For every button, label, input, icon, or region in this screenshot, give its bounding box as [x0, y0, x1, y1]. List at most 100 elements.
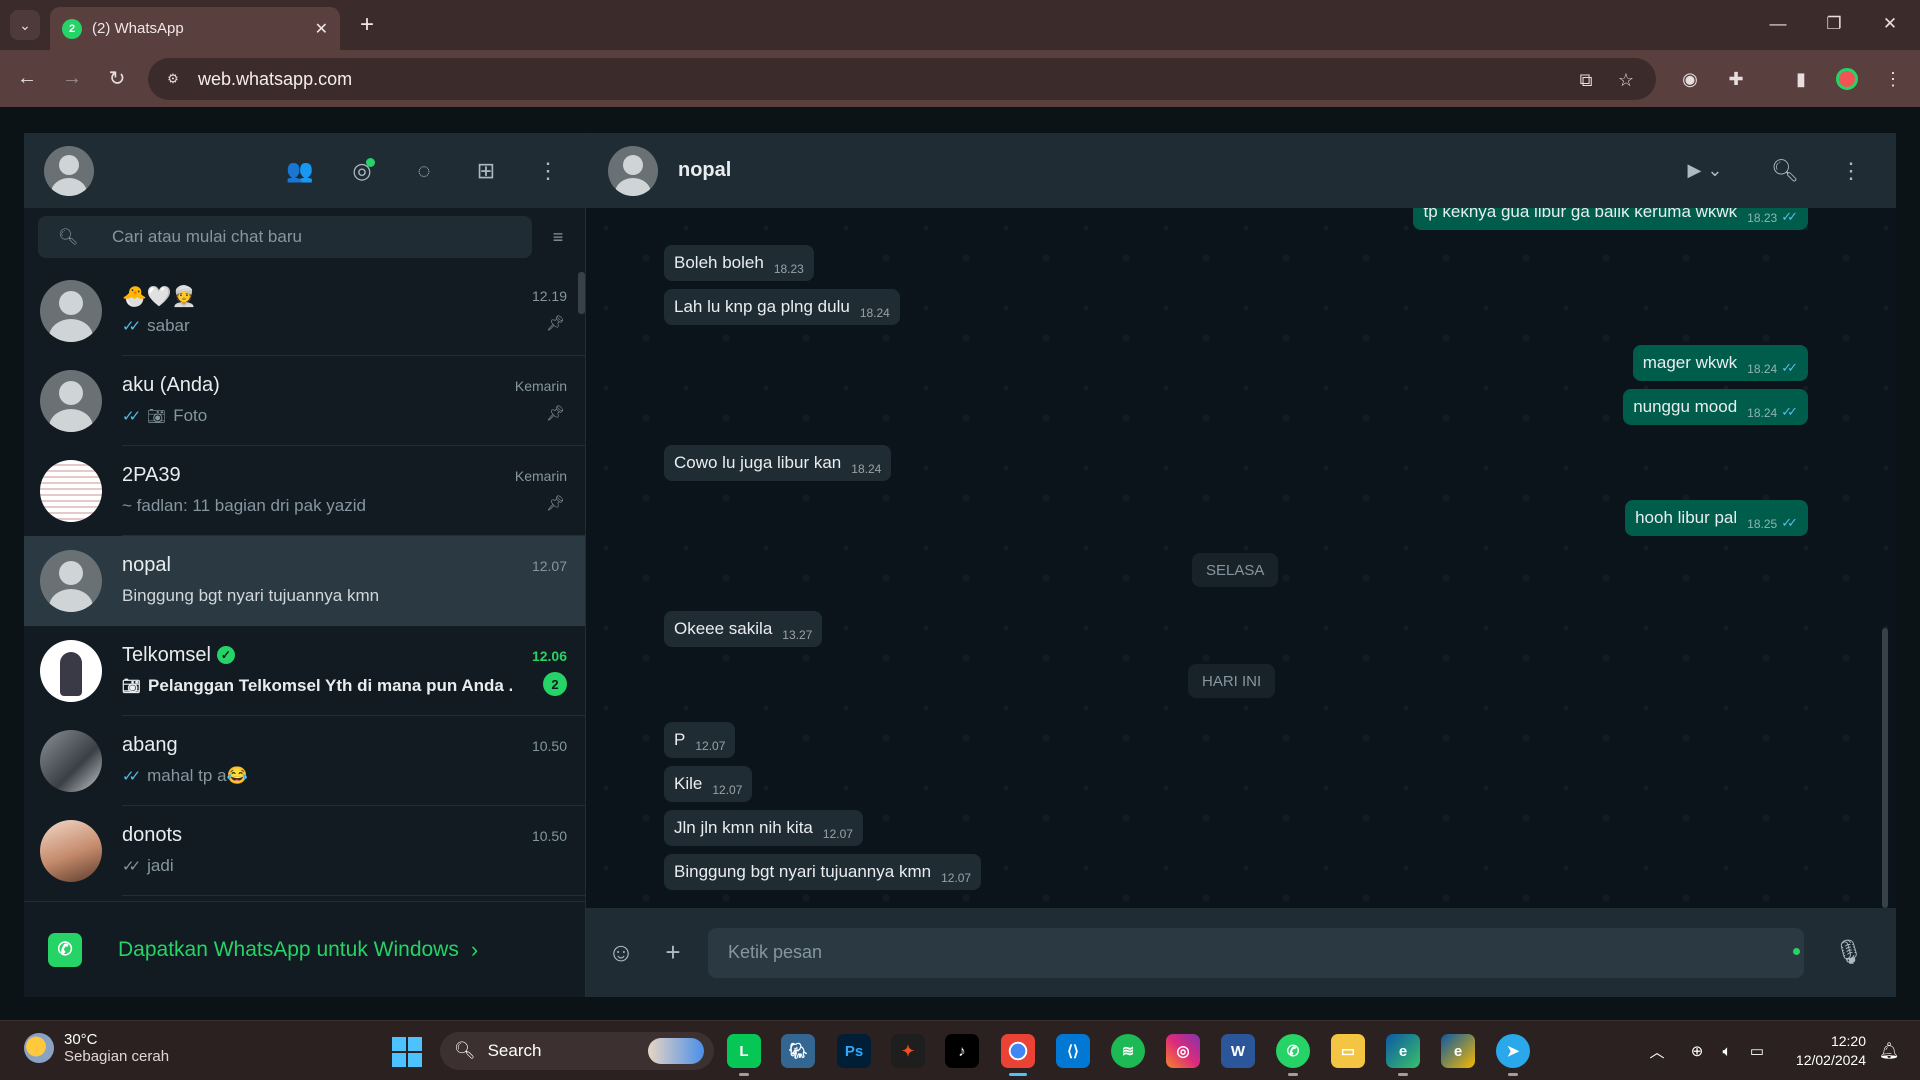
chat-item[interactable]: 🐣🤍👳 12.19 ✓✓ sabar 📌︎: [24, 266, 585, 356]
forward-button[interactable]: →: [57, 63, 87, 93]
incoming-message[interactable]: Jln jln kmn nih kita 12.07: [664, 810, 863, 846]
incoming-message[interactable]: Kile 12.07: [664, 766, 753, 802]
file-explorer-app-icon[interactable]: ▭: [1331, 1034, 1365, 1068]
tiktok-app-icon[interactable]: ♪: [945, 1034, 979, 1068]
message-text: Boleh boleh: [674, 253, 764, 272]
conversation-menu-icon[interactable]: ⋮: [1836, 156, 1866, 186]
whatsapp-app-icon[interactable]: ✆: [1276, 1034, 1310, 1076]
filter-unread-icon[interactable]: ≡: [545, 224, 571, 250]
search-input[interactable]: [112, 227, 512, 247]
figma-app-icon[interactable]: ✦: [891, 1034, 925, 1068]
browser-tab-whatsapp[interactable]: 2 (2) WhatsApp ✕: [50, 7, 340, 50]
address-bar[interactable]: ⚙ web.whatsapp.com ⧉ ☆: [148, 58, 1656, 100]
get-windows-app-banner[interactable]: ✆ Dapatkan WhatsApp untuk Windows ›: [24, 901, 585, 997]
communities-icon[interactable]: 👥: [281, 152, 319, 190]
incoming-message[interactable]: Binggung bgt nyari tujuannya kmn 12.07: [664, 854, 982, 890]
back-button[interactable]: ←: [12, 63, 42, 93]
chevron-down-icon: ⌄: [1707, 160, 1723, 180]
vscode-app-icon[interactable]: ⟨⟩: [1056, 1034, 1090, 1068]
chat-item-active[interactable]: nopal 12.07 Binggung bgt nyari tujuannya…: [24, 536, 585, 626]
start-button[interactable]: [392, 1037, 422, 1067]
language-globe-icon[interactable]: ⊕: [1686, 1040, 1708, 1062]
extensions-puzzle-icon[interactable]: ✚: [1723, 66, 1749, 92]
chat-item[interactable]: aku (Anda) Kemarin ✓✓ 📷︎ Foto 📌︎: [24, 356, 585, 446]
message-time: 18.24: [1747, 406, 1778, 420]
outgoing-message[interactable]: mager wkwk 18.24 ✓✓: [1632, 345, 1808, 381]
tab-close-icon[interactable]: ✕: [315, 19, 328, 39]
system-clock[interactable]: 12:20 12/02/2024: [1796, 1032, 1866, 1070]
tab-search-button[interactable]: ⌄: [10, 10, 40, 40]
channels-icon[interactable]: ◌: [405, 152, 443, 190]
tray-overflow-chevron-icon[interactable]: ︿: [1646, 1040, 1668, 1062]
line-app-icon[interactable]: L: [727, 1034, 761, 1076]
contact-avatar[interactable]: [608, 145, 658, 196]
status-icon[interactable]: ◎: [343, 152, 381, 190]
chat-item[interactable]: Telkomsel ✓ 12.06 📷︎ Pelanggan Telkomsel Y…: [24, 626, 585, 716]
outgoing-message[interactable]: nunggu mood 18.24 ✓✓: [1623, 389, 1808, 425]
attach-plus-icon[interactable]: +: [656, 936, 690, 970]
camera-icon: 📷︎: [122, 678, 142, 695]
volume-icon[interactable]: 🔈︎: [1716, 1040, 1738, 1062]
bookmark-star-icon[interactable]: ☆: [1614, 68, 1638, 92]
chat-item[interactable]: abang 10.50 ✓✓ mahal tp a😂: [24, 716, 585, 806]
chat-name: donots: [122, 824, 183, 846]
video-call-button[interactable]: ▶ ⌄: [1676, 153, 1734, 189]
clock-date: 12/02/2024: [1795, 1052, 1866, 1068]
incoming-message[interactable]: Lah lu knp ga plng dulu 18.24: [664, 289, 900, 325]
photoshop-app-icon[interactable]: Ps: [837, 1034, 871, 1068]
close-window-button[interactable]: ✕: [1870, 8, 1910, 40]
chat-preview-text: Foto: [173, 406, 208, 425]
battery-icon[interactable]: ▭: [1746, 1040, 1768, 1062]
outgoing-message[interactable]: tp kekhya gua libur ga balik kerumа wkwk…: [1413, 208, 1808, 230]
contact-name[interactable]: nopal: [678, 159, 731, 182]
chat-time: 10.50: [531, 828, 567, 844]
incoming-message[interactable]: Boleh boleh 18.23: [664, 245, 814, 281]
side-panel-icon[interactable]: ▮: [1788, 66, 1814, 92]
emoji-icon[interactable]: ☺: [604, 936, 638, 970]
message-text: mager wkwk: [1642, 353, 1738, 372]
notification-bell-icon[interactable]: 🔔︎: [1878, 1040, 1900, 1062]
my-profile-avatar[interactable]: [44, 145, 94, 196]
outgoing-message[interactable]: hooh libur pal 18.25 ✓✓: [1625, 500, 1808, 536]
word-app-icon[interactable]: W: [1221, 1034, 1255, 1068]
site-info-icon[interactable]: ⚙: [162, 68, 184, 90]
instagram-app-icon[interactable]: ◎: [1166, 1034, 1200, 1068]
postgresql-app-icon[interactable]: 🐘︎: [781, 1034, 815, 1068]
edge-dev-app-icon[interactable]: e: [1441, 1034, 1475, 1068]
restore-button[interactable]: ❐: [1814, 8, 1854, 40]
incoming-message[interactable]: Cowo lu juga libur kan 18.24: [664, 445, 892, 481]
get-app-link[interactable]: Dapatkan WhatsApp untuk Windows: [118, 938, 459, 962]
chat-preview: ✓✓ sabar: [122, 316, 522, 336]
menu-dots-icon[interactable]: ⋮: [529, 152, 567, 190]
search-messages-icon[interactable]: 🔍︎: [1770, 156, 1800, 186]
message-scrollbar[interactable]: [1882, 628, 1888, 908]
message-input[interactable]: [708, 927, 1804, 978]
weather-description: Sebagian cerah: [64, 1048, 170, 1065]
telegram-app-icon[interactable]: ➤: [1496, 1034, 1530, 1076]
chat-name: aku (Anda): [122, 374, 220, 396]
chat-item[interactable]: donots 10.50 ✓✓ jadi: [24, 806, 585, 896]
chrome-app-icon[interactable]: [1001, 1034, 1035, 1076]
reload-button[interactable]: ↻: [102, 63, 132, 93]
new-chat-icon[interactable]: ⊞: [467, 152, 505, 190]
incognito-extension-icon[interactable]: ◉: [1677, 66, 1703, 92]
conversation-pane: nopal ▶ ⌄ 🔍︎ ⋮ tp kekhya gua libur ga bal…: [586, 133, 1896, 997]
chat-item[interactable]: 2PA39 Kemarin ~ fadlan: 11 bagian dri pa…: [24, 446, 585, 536]
edge-app-icon[interactable]: e: [1386, 1034, 1420, 1076]
incoming-message[interactable]: Okeee sakila 13.27: [664, 611, 823, 647]
new-tab-button[interactable]: +: [352, 10, 382, 40]
incoming-message[interactable]: P 12.07: [664, 722, 736, 758]
profile-avatar[interactable]: [1836, 68, 1858, 90]
install-app-icon[interactable]: ⧉: [1574, 68, 1598, 92]
microphone-icon[interactable]: 🎙︎: [1832, 935, 1866, 969]
spotify-app-icon[interactable]: ≋: [1111, 1034, 1145, 1068]
taskbar-search[interactable]: 🔍︎ Search: [440, 1032, 714, 1070]
minimize-button[interactable]: —: [1758, 8, 1798, 40]
browser-menu-icon[interactable]: ⋮: [1880, 66, 1906, 92]
message-text: Jln jln kmn nih kita: [674, 818, 813, 837]
conversation-header[interactable]: nopal ▶ ⌄ 🔍︎ ⋮: [586, 133, 1896, 208]
weather-widget[interactable]: 30°C Sebagian cerah: [24, 1031, 169, 1065]
pin-icon: 📌︎: [545, 315, 565, 332]
message-time: 12.07: [941, 871, 972, 885]
search-box[interactable]: 🔍︎: [38, 216, 532, 258]
